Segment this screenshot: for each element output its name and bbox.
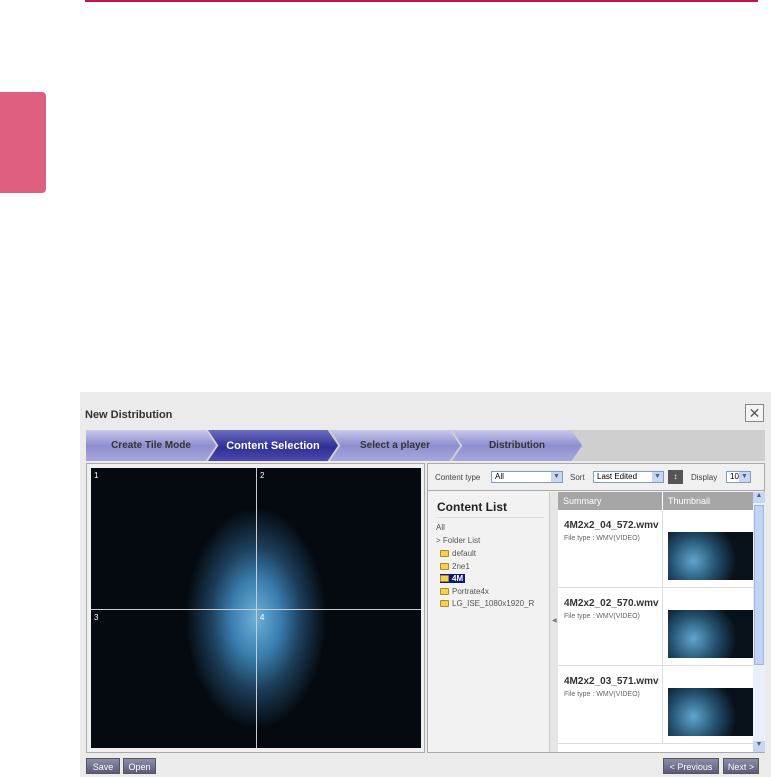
folder-icon: [440, 588, 449, 595]
close-icon[interactable]: ✕: [745, 404, 764, 422]
display-select[interactable]: 10 ▼: [726, 471, 751, 483]
sort-select[interactable]: Last Edited ▼: [593, 471, 664, 483]
tile-label-2: 2: [260, 471, 265, 480]
sort-label: Sort: [570, 473, 585, 482]
dialog-title: New Distribution: [85, 409, 173, 421]
folder-item[interactable]: 2ne1: [440, 562, 470, 571]
tile-label-4: 4: [260, 613, 265, 622]
step-create-tile-mode[interactable]: Create Tile Mode: [86, 430, 216, 461]
file-type: File type : WMV(VIDEO): [564, 535, 640, 542]
scroll-down-icon[interactable]: ▼: [753, 741, 765, 752]
collapse-arrow-icon[interactable]: ◀: [552, 617, 557, 624]
folder-icon: [440, 575, 449, 582]
table-row[interactable]: 4M2x2_04_572.wmv File type : WMV(VIDEO): [558, 510, 753, 588]
column-header-thumbnail[interactable]: Thumbnail: [663, 492, 753, 510]
content-type-label: Content type: [435, 473, 481, 482]
sort-order-icon[interactable]: ↕: [668, 470, 683, 484]
save-button[interactable]: Save: [86, 758, 120, 774]
header-rule: [85, 0, 758, 2]
thumbnail-image: [668, 688, 753, 736]
open-button[interactable]: Open: [123, 758, 156, 774]
file-type: File type : WMV(VIDEO): [564, 691, 640, 698]
thumbnail-image: [668, 532, 753, 580]
table-row[interactable]: 4M2x2_02_570.wmv File type : WMV(VIDEO): [558, 588, 753, 666]
chevron-down-icon: ▼: [652, 472, 663, 482]
folder-item[interactable]: default: [440, 549, 476, 558]
chevron-down-icon: ▼: [551, 472, 562, 482]
table-row[interactable]: 4M2x2_03_571.wmv File type : WMV(VIDEO): [558, 666, 753, 744]
content-list-all[interactable]: All: [436, 523, 445, 532]
file-name: 4M2x2_02_570.wmv: [564, 598, 659, 609]
folder-item-selected[interactable]: 4M: [440, 574, 466, 583]
preview-image: 1 2 3 4: [91, 468, 421, 748]
tile-preview-panel: 1 2 3 4: [86, 463, 425, 753]
new-distribution-dialog: New Distribution ✕ Create Tile Mode Cont…: [80, 392, 771, 777]
content-list-title: Content List: [437, 500, 507, 514]
folder-item[interactable]: Portrate4x: [440, 587, 489, 596]
step-select-player[interactable]: Select a player: [330, 430, 460, 461]
folder-list-toggle[interactable]: > Folder List: [436, 536, 480, 545]
next-button[interactable]: Next >: [723, 758, 759, 774]
vertical-scrollbar[interactable]: ▲ ▼: [753, 492, 765, 752]
scroll-up-icon[interactable]: ▲: [753, 492, 765, 503]
chevron-down-icon: ▼: [739, 472, 750, 482]
content-type-select[interactable]: All ▼: [491, 471, 563, 483]
previous-button[interactable]: < Previous: [663, 758, 719, 774]
file-type: File type : WMV(VIDEO): [564, 613, 640, 620]
folder-icon: [440, 563, 449, 570]
chapter-tab: [0, 92, 46, 193]
divider: [436, 517, 544, 518]
tile-label-1: 1: [94, 471, 99, 480]
content-type-value: All: [495, 472, 504, 481]
content-panel: Content type All ▼ Sort Last Edited ▼ ↕ Di…: [427, 463, 765, 753]
step-content-selection[interactable]: Content Selection: [208, 430, 338, 461]
folder-icon: [440, 550, 449, 557]
content-toolbar: Content type All ▼ Sort Last Edited ▼ ↕ Di…: [428, 464, 764, 491]
thumbnail-image: [668, 610, 753, 658]
step-distribution[interactable]: Distribution: [452, 430, 582, 461]
scrollbar-thumb[interactable]: [754, 505, 764, 665]
display-label: Display: [691, 473, 718, 482]
wizard-steps: Create Tile Mode Content Selection Selec…: [86, 430, 765, 461]
tile-label-3: 3: [94, 613, 99, 622]
grid-line-vertical: [256, 468, 257, 748]
folder-icon: [440, 600, 449, 607]
pane-splitter[interactable]: ◀: [549, 492, 558, 752]
grid-line-horizontal: [91, 609, 421, 610]
file-name: 4M2x2_03_571.wmv: [564, 676, 659, 687]
sort-value: Last Edited: [597, 472, 638, 481]
content-table: Summary Thumbnail 4M2x2_04_572.wmv File …: [558, 492, 753, 752]
file-name: 4M2x2_04_572.wmv: [564, 520, 659, 531]
column-header-summary[interactable]: Summary: [558, 492, 662, 510]
folder-item[interactable]: LG_ISE_1080x1920_R: [440, 599, 534, 608]
content-list-pane: Content List All > Folder List default 2…: [428, 492, 549, 752]
display-value: 10: [730, 472, 739, 481]
